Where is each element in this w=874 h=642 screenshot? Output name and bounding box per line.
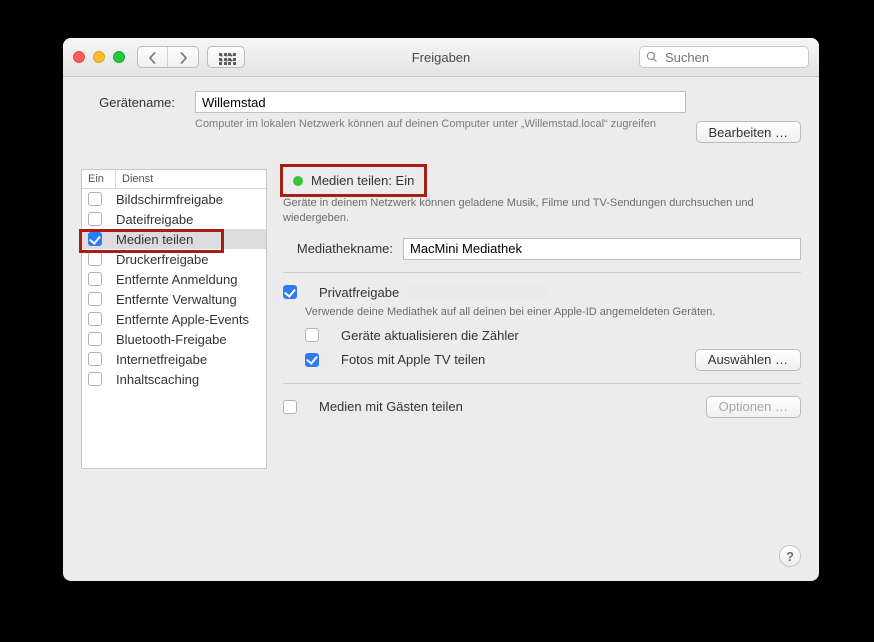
body: Gerätename: Computer im lokalen Netzwerk… xyxy=(63,77,819,581)
service-label: Druckerfreigabe xyxy=(116,252,209,267)
update-counts-label: Geräte aktualisieren die Zähler xyxy=(341,328,519,343)
services-header-dienst: Dienst xyxy=(116,170,266,188)
device-name-section: Gerätename: Computer im lokalen Netzwerk… xyxy=(81,91,801,143)
service-label: Inhaltscaching xyxy=(116,372,199,387)
service-checkbox[interactable] xyxy=(88,192,102,206)
help-button[interactable]: ? xyxy=(779,545,801,567)
service-label: Medien teilen xyxy=(116,232,193,247)
service-detail-pane: Medien teilen: Ein Geräte in deinem Netz… xyxy=(283,169,801,424)
share-photos-checkbox[interactable] xyxy=(305,353,319,367)
services-header: Ein Dienst xyxy=(82,170,266,189)
service-label: Bildschirmfreigabe xyxy=(116,192,223,207)
device-name-label: Gerätename: xyxy=(81,91,185,143)
service-checkbox[interactable] xyxy=(88,232,102,246)
library-name-input[interactable] xyxy=(403,238,801,260)
search-input[interactable] xyxy=(663,49,802,66)
titlebar: Freigaben xyxy=(63,38,819,77)
service-row-5[interactable]: Entfernte Verwaltung xyxy=(82,289,266,309)
device-name-input[interactable] xyxy=(195,91,686,113)
service-label: Bluetooth-Freigabe xyxy=(116,332,227,347)
service-label: Internetfreigabe xyxy=(116,352,207,367)
service-status-text: Medien teilen: Ein xyxy=(311,173,414,188)
guest-sharing-checkbox[interactable] xyxy=(283,400,297,414)
device-name-hint: Computer im lokalen Netzwerk können auf … xyxy=(195,117,686,132)
choose-photos-button[interactable]: Auswählen … xyxy=(695,349,801,371)
home-sharing-row: Privatfreigabe xyxy=(283,285,801,300)
update-counts-checkbox[interactable] xyxy=(305,328,319,342)
guest-sharing-label: Medien mit Gästen teilen xyxy=(319,399,463,414)
divider-2 xyxy=(283,383,801,384)
service-row-0[interactable]: Bildschirmfreigabe xyxy=(82,189,266,209)
service-checkbox[interactable] xyxy=(88,312,102,326)
service-checkbox[interactable] xyxy=(88,252,102,266)
guest-options-button: Optionen … xyxy=(706,396,801,418)
redacted-apple-id xyxy=(407,285,547,299)
service-row-8[interactable]: Internetfreigabe xyxy=(82,349,266,369)
search-field[interactable] xyxy=(639,46,809,68)
show-all-button[interactable] xyxy=(208,47,244,68)
service-checkbox[interactable] xyxy=(88,292,102,306)
home-sharing-label: Privatfreigabe xyxy=(319,285,399,300)
service-row-4[interactable]: Entfernte Anmeldung xyxy=(82,269,266,289)
edit-hostname-button[interactable]: Bearbeiten … xyxy=(696,121,802,143)
services-list: Ein Dienst Bildschirmfreigabe Dateifreiga… xyxy=(81,169,267,469)
service-label: Entfernte Anmeldung xyxy=(116,272,237,287)
guests-row: Medien mit Gästen teilen Optionen … xyxy=(283,396,801,418)
main-area: Ein Dienst Bildschirmfreigabe Dateifreiga… xyxy=(81,169,801,469)
back-button[interactable] xyxy=(138,47,168,68)
window-controls xyxy=(73,51,125,63)
nav-back-forward xyxy=(137,46,199,68)
update-counts-row: Geräte aktualisieren die Zähler xyxy=(305,328,801,343)
service-checkbox[interactable] xyxy=(88,332,102,346)
search-icon xyxy=(646,51,658,63)
service-row-2[interactable]: Medien teilen xyxy=(82,229,266,249)
service-label: Dateifreigabe xyxy=(116,212,193,227)
close-window-button[interactable] xyxy=(73,51,85,63)
service-checkbox[interactable] xyxy=(88,272,102,286)
services-header-on: Ein xyxy=(82,170,116,188)
preferences-window: Freigaben Gerätename: Computer im lokale… xyxy=(63,38,819,581)
service-row-3[interactable]: Druckerfreigabe xyxy=(82,249,266,269)
library-name-row: Mediathekname: xyxy=(283,238,801,260)
minimize-window-button[interactable] xyxy=(93,51,105,63)
service-row-7[interactable]: Bluetooth-Freigabe xyxy=(82,329,266,349)
divider-1 xyxy=(283,272,801,273)
forward-button[interactable] xyxy=(168,47,198,68)
service-checkbox[interactable] xyxy=(88,372,102,386)
service-status: Medien teilen: Ein xyxy=(283,169,424,192)
zoom-window-button[interactable] xyxy=(113,51,125,63)
service-row-9[interactable]: Inhaltscaching xyxy=(82,369,266,389)
share-photos-label: Fotos mit Apple TV teilen xyxy=(341,352,485,367)
service-checkbox[interactable] xyxy=(88,352,102,366)
service-label: Entfernte Apple-Events xyxy=(116,312,249,327)
service-checkbox[interactable] xyxy=(88,212,102,226)
home-sharing-note: Verwende deine Mediathek auf all deinen … xyxy=(305,306,801,318)
service-label: Entfernte Verwaltung xyxy=(116,292,237,307)
share-photos-row: Fotos mit Apple TV teilen Auswählen … xyxy=(283,349,801,371)
service-status-subtext: Geräte in deinem Netzwerk können geladen… xyxy=(283,196,801,226)
services-list-body[interactable]: Bildschirmfreigabe Dateifreigabe Medien te… xyxy=(82,189,266,468)
service-row-6[interactable]: Entfernte Apple-Events xyxy=(82,309,266,329)
home-sharing-checkbox[interactable] xyxy=(283,285,297,299)
service-row-1[interactable]: Dateifreigabe xyxy=(82,209,266,229)
show-all-button-group xyxy=(207,46,245,68)
library-name-label: Mediathekname: xyxy=(283,241,393,256)
status-dot-icon xyxy=(293,176,303,186)
grid-icon xyxy=(219,53,233,63)
